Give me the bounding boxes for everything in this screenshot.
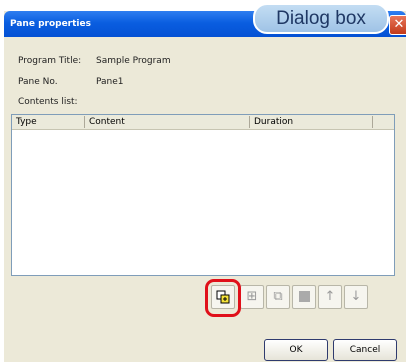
cancel-button[interactable]: Cancel xyxy=(333,339,397,361)
copy-button[interactable]: ⧉ xyxy=(266,285,290,309)
pane-no-label: Pane No. xyxy=(18,77,58,87)
column-divider[interactable] xyxy=(249,116,250,128)
move-up-button[interactable]: ↑ xyxy=(318,285,342,309)
pane-properties-dialog: Pane properties ✕ Program Title: Sample … xyxy=(4,11,406,362)
highlight-ring xyxy=(205,279,241,317)
move-up-icon: ↑ xyxy=(324,289,336,304)
move-down-button[interactable]: ↓ xyxy=(344,285,368,309)
copy-icon: ⧉ xyxy=(273,289,283,304)
close-button[interactable]: ✕ xyxy=(389,15,406,35)
program-title-row: Program Title: Sample Program xyxy=(18,56,171,66)
column-header-duration[interactable]: Duration xyxy=(254,117,293,127)
column-divider[interactable] xyxy=(372,116,373,128)
insert-icon: ⊞ xyxy=(246,289,258,304)
pane-no-row: Pane No. Pane1 xyxy=(18,77,124,87)
delete-icon xyxy=(298,291,310,302)
program-title-label: Program Title: xyxy=(18,56,82,66)
ok-button[interactable]: OK xyxy=(264,339,328,361)
delete-button[interactable] xyxy=(292,285,316,309)
column-header-content[interactable]: Content xyxy=(89,117,125,127)
dialog-box-callout: Dialog box xyxy=(253,3,389,34)
move-down-icon: ↓ xyxy=(350,289,362,304)
program-title-value: Sample Program xyxy=(96,56,171,66)
column-divider[interactable] xyxy=(84,116,85,128)
contents-list-header: Type Content Duration xyxy=(12,115,394,130)
contents-list-label: Contents list: xyxy=(18,97,78,107)
dialog-title: Pane properties xyxy=(10,19,91,29)
close-icon: ✕ xyxy=(393,17,405,32)
contents-list[interactable]: Type Content Duration xyxy=(11,114,395,276)
column-header-type[interactable]: Type xyxy=(16,117,37,127)
pane-no-value: Pane1 xyxy=(96,77,124,87)
insert-button[interactable]: ⊞ xyxy=(240,285,264,309)
